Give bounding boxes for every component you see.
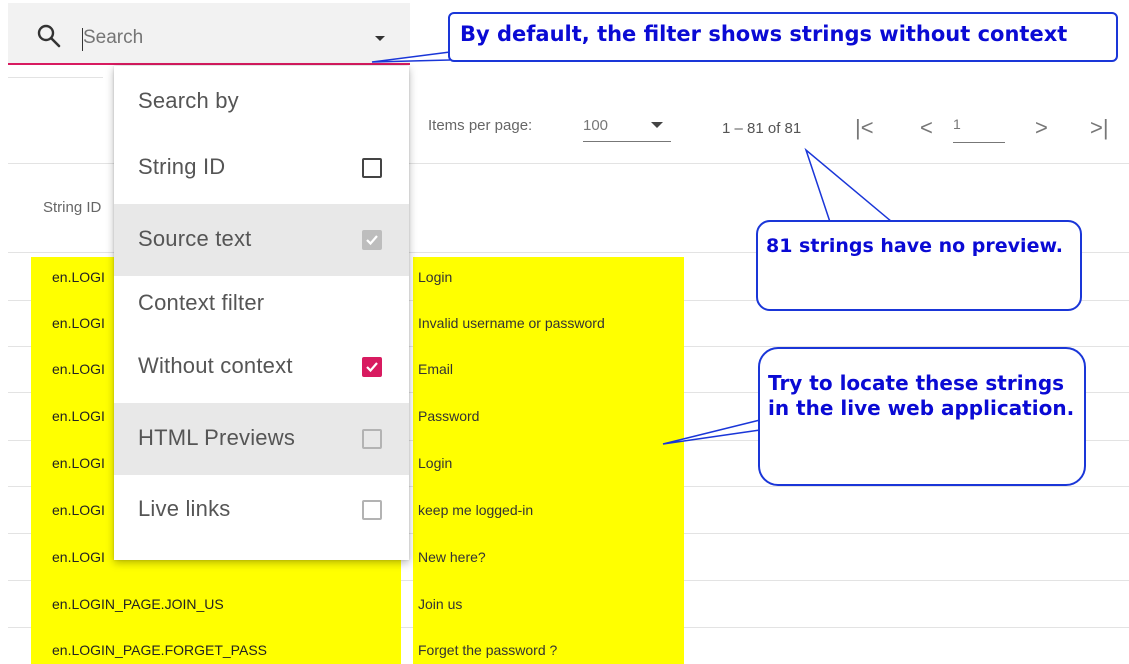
pointer-top: [371, 51, 451, 63]
callout-locate-strings: Try to locate these strings in the live …: [758, 347, 1086, 486]
pointer-mid: [804, 147, 893, 223]
callout-pointers: [371, 51, 893, 445]
callout-default-filter: By default, the filter shows strings wit…: [448, 12, 1118, 62]
pointer-low: [662, 419, 761, 445]
callout-no-preview: 81 strings have no preview.: [756, 220, 1082, 311]
